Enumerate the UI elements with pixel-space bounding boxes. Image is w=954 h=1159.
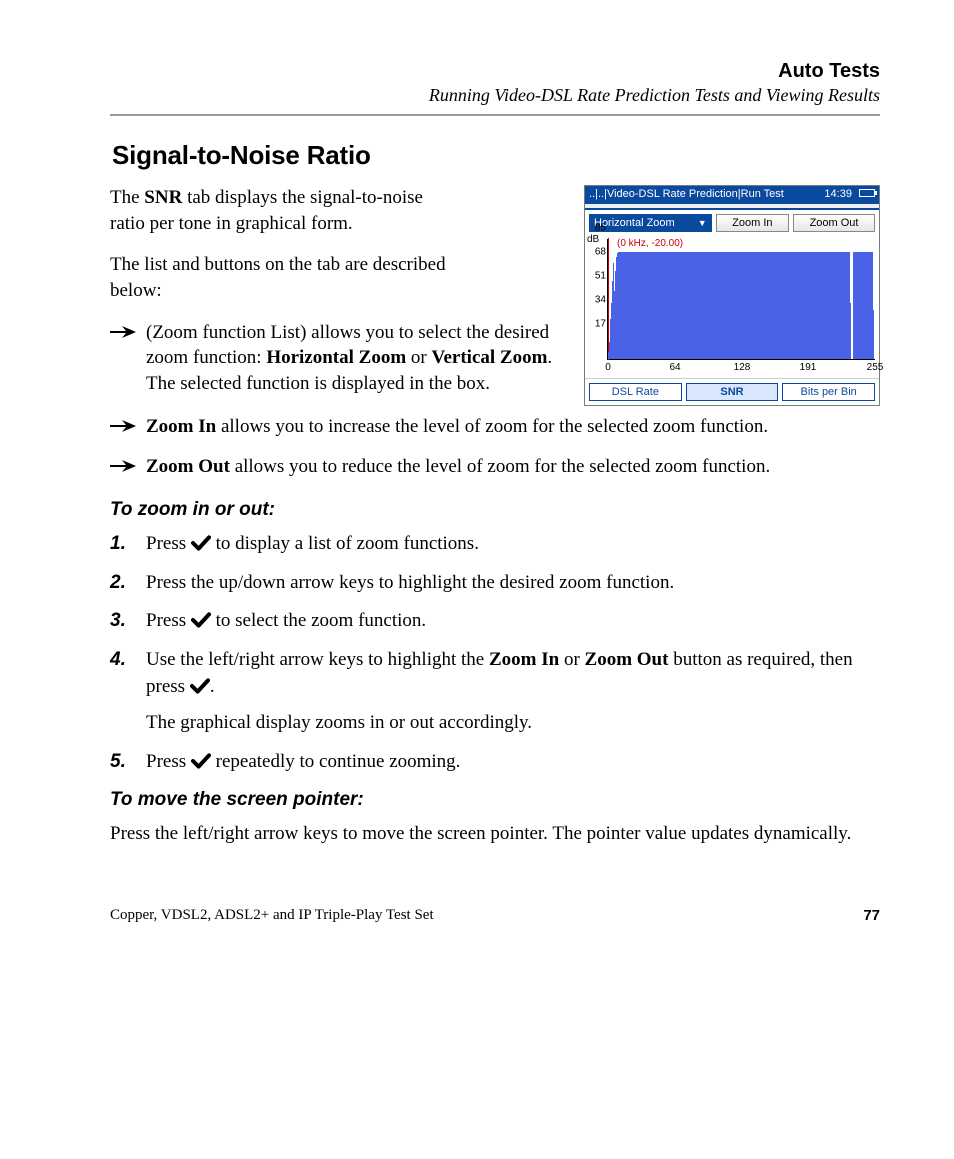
check-icon <box>190 678 210 694</box>
step-4: Use the left/right arrow keys to highlig… <box>110 647 880 737</box>
step-3: Press to select the zoom function. <box>110 608 880 635</box>
zoom-out-button[interactable]: Zoom Out <box>793 214 875 232</box>
y-tick: 85 <box>590 223 606 234</box>
arrow-icon <box>110 324 136 340</box>
y-tick: 68 <box>590 247 606 258</box>
zoom-procedure-heading: To zoom in or out: <box>110 499 880 521</box>
section-heading: Signal-to-Noise Ratio <box>112 140 880 171</box>
page-header-title: Auto Tests <box>110 60 880 83</box>
step-5: Press repeatedly to continue zooming. <box>110 749 880 776</box>
step-1: Press to display a list of zoom function… <box>110 531 880 558</box>
check-icon <box>191 753 211 769</box>
y-tick: 34 <box>590 295 606 306</box>
pointer-procedure-heading: To move the screen pointer: <box>110 789 880 811</box>
intro-paragraph-2: The list and buttons on the tab are desc… <box>110 252 450 303</box>
bullet-zoom-out: Zoom Out allows you to reduce the level … <box>110 454 880 480</box>
pointer-body: Press the left/right arrow keys to move … <box>110 821 880 847</box>
y-tick: 51 <box>590 271 606 282</box>
screenshot-clock: 14:39 <box>824 188 852 200</box>
chevron-down-icon: ▼ <box>698 218 707 228</box>
y-axis-unit: dB <box>587 234 599 245</box>
footer-page-number: 77 <box>863 907 880 924</box>
check-icon <box>191 612 211 628</box>
battery-icon <box>859 189 875 197</box>
footer-product: Copper, VDSL2, ADSL2+ and IP Triple-Play… <box>110 907 434 924</box>
header-rule <box>110 114 880 116</box>
zoom-function-label: Horizontal Zoom <box>594 217 675 229</box>
intro-paragraph-1: The SNR tab displays the signal-to-noise… <box>110 185 450 236</box>
zoom-function-select[interactable]: Horizontal Zoom ▼ <box>589 214 712 232</box>
page-header-subtitle: Running Video-DSL Rate Prediction Tests … <box>110 85 880 106</box>
bullet-zoom-list: (Zoom function List) allows you to selec… <box>110 320 880 397</box>
check-icon <box>191 535 211 551</box>
step-2: Press the up/down arrow keys to highligh… <box>110 570 880 597</box>
zoom-in-button[interactable]: Zoom In <box>716 214 789 232</box>
arrow-icon <box>110 458 136 474</box>
bullet-zoom-in: Zoom In allows you to increase the level… <box>110 414 880 440</box>
step-4-result: The graphical display zooms in or out ac… <box>146 710 880 737</box>
screenshot-breadcrumb: ..|..|Video-DSL Rate Prediction|Run Test <box>589 188 784 200</box>
arrow-icon <box>110 418 136 434</box>
